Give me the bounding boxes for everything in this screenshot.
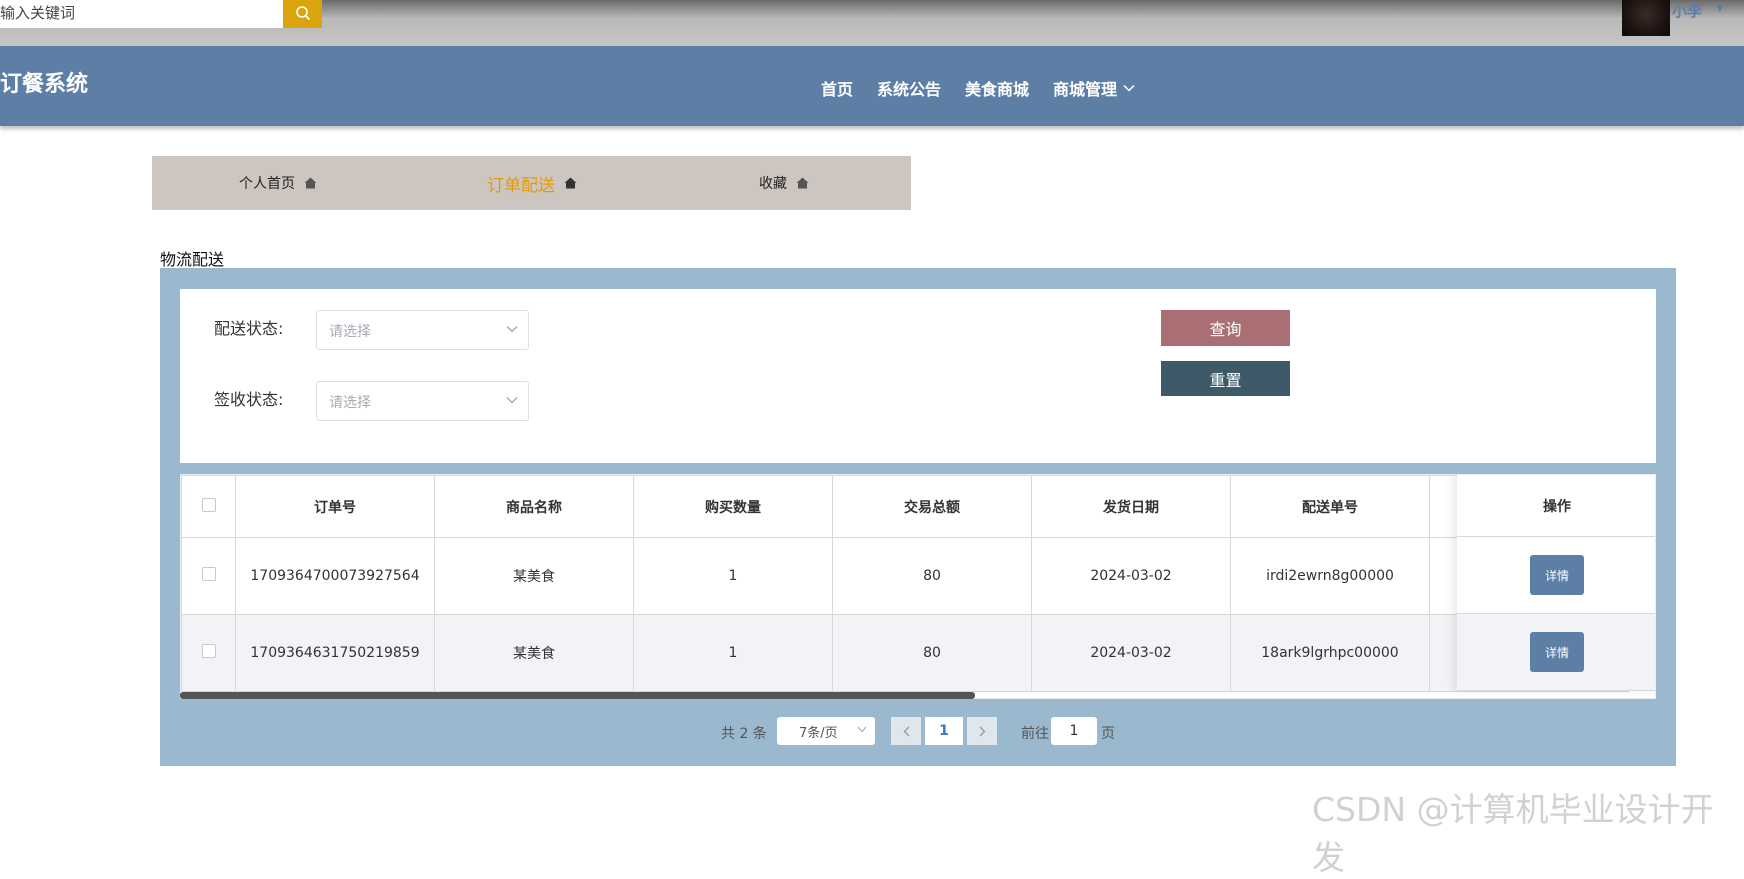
tab-label: 个人首页 bbox=[239, 176, 295, 192]
nav-item-mall-management[interactable]: 商城管理 bbox=[1053, 76, 1135, 100]
search-button[interactable] bbox=[283, 0, 322, 28]
cell-ship-date: 2024-03-02 bbox=[1031, 537, 1231, 615]
search-icon bbox=[295, 6, 310, 21]
nav-menu: 首页 系统公告 美食商城 商城管理 bbox=[821, 76, 1159, 100]
cell-ship-date: 2024-03-02 bbox=[1031, 614, 1231, 692]
search-input[interactable] bbox=[0, 0, 283, 28]
nav-item-label: 商城管理 bbox=[1053, 80, 1118, 99]
top-bar: 小李 ▼ bbox=[0, 0, 1744, 46]
chevron-down-icon[interactable]: ▼ bbox=[1716, 3, 1724, 14]
page-suffix-label: 页 bbox=[1101, 726, 1115, 742]
user-name[interactable]: 小李 bbox=[1672, 0, 1702, 21]
table-header-row: 订单号 商品名称 购买数量 交易总额 发货日期 配送单号 bbox=[181, 475, 1629, 538]
prev-page-button[interactable] bbox=[891, 717, 921, 745]
tab-personal-home[interactable]: 个人首页 bbox=[239, 156, 317, 210]
home-icon bbox=[564, 177, 577, 189]
row-select-cell bbox=[181, 614, 236, 692]
section-title: 物流配送 bbox=[160, 250, 225, 269]
chevron-down-icon bbox=[506, 326, 518, 333]
delivery-status-label: 配送状态: bbox=[214, 319, 284, 338]
chevron-down-icon bbox=[857, 726, 867, 733]
goto-label: 前往 bbox=[1021, 726, 1049, 742]
main-navbar: 订餐系统 首页 系统公告 美食商城 商城管理 bbox=[0, 46, 1744, 126]
col-header-product: 商品名称 bbox=[434, 475, 634, 538]
select-all-cell bbox=[181, 475, 236, 538]
cell-qty: 1 bbox=[633, 537, 833, 615]
tab-order-delivery[interactable]: 订单配送 bbox=[487, 156, 577, 210]
home-icon bbox=[796, 177, 809, 189]
reset-button[interactable]: 重置 bbox=[1161, 361, 1290, 396]
table-row: 1709364631750219859 某美食 1 80 2024-03-02 … bbox=[181, 614, 1629, 692]
chevron-down-icon bbox=[506, 397, 518, 404]
data-table: 订单号 商品名称 购买数量 交易总额 发货日期 配送单号 17093647000… bbox=[181, 475, 1629, 692]
detail-button[interactable]: 详情 bbox=[1530, 555, 1584, 595]
row-checkbox[interactable] bbox=[201, 567, 216, 581]
pagination-total: 共 2 条 bbox=[721, 726, 767, 742]
avatar[interactable] bbox=[1622, 0, 1670, 36]
chevron-down-icon bbox=[1123, 84, 1135, 92]
table-row: 1709364700073927564 某美食 1 80 2024-03-02 … bbox=[181, 537, 1629, 615]
watermark: CSDN @计算机毕业设计开发 bbox=[1312, 790, 1714, 877]
col-header-ship-date: 发货日期 bbox=[1031, 475, 1231, 538]
user-center-tabs: 个人首页 订单配送 收藏 bbox=[152, 156, 911, 210]
col-header-order-no: 订单号 bbox=[235, 475, 435, 538]
page-number-current[interactable]: 1 bbox=[925, 717, 963, 745]
delivery-status-select[interactable]: 请选择 bbox=[316, 310, 529, 350]
site-title: 订餐系统 bbox=[0, 72, 89, 97]
col-header-total: 交易总额 bbox=[832, 475, 1032, 538]
page-size-select[interactable]: 7条/页 bbox=[777, 717, 875, 745]
col-header-operations: 操作 bbox=[1457, 475, 1655, 537]
row-select-cell bbox=[181, 537, 236, 615]
detail-button[interactable]: 详情 bbox=[1530, 632, 1584, 672]
nav-item-announcements[interactable]: 系统公告 bbox=[877, 76, 941, 100]
cell-qty: 1 bbox=[633, 614, 833, 692]
select-all-checkbox[interactable] bbox=[201, 497, 216, 512]
nav-item-home[interactable]: 首页 bbox=[821, 76, 853, 100]
select-placeholder: 请选择 bbox=[329, 395, 371, 411]
cell-delivery-no: irdi2ewrn8g00000 bbox=[1230, 537, 1430, 615]
tab-label: 订单配送 bbox=[487, 175, 555, 196]
cell-product: 某美食 bbox=[434, 614, 634, 692]
next-page-button[interactable] bbox=[967, 717, 997, 745]
cell-product: 某美食 bbox=[434, 537, 634, 615]
cell-delivery-no: 18ark9lgrhpc00000 bbox=[1230, 614, 1430, 692]
cell-order-no: 1709364631750219859 bbox=[235, 614, 435, 692]
chevron-right-icon bbox=[979, 726, 985, 736]
operations-cell: 详情 bbox=[1457, 614, 1655, 691]
col-header-qty: 购买数量 bbox=[633, 475, 833, 538]
sign-status-label: 签收状态: bbox=[214, 390, 284, 409]
sign-status-select[interactable]: 请选择 bbox=[316, 381, 529, 421]
table-horizontal-scrollbar[interactable] bbox=[180, 692, 975, 699]
row-checkbox[interactable] bbox=[201, 644, 216, 658]
page-size-value: 7条/页 bbox=[799, 726, 838, 741]
operations-cell: 详情 bbox=[1457, 537, 1655, 614]
home-icon bbox=[304, 177, 317, 189]
nav-item-food-mall[interactable]: 美食商城 bbox=[965, 76, 1029, 100]
cell-total: 80 bbox=[832, 537, 1032, 615]
select-placeholder: 请选择 bbox=[329, 324, 371, 340]
query-button[interactable]: 查询 bbox=[1161, 310, 1290, 346]
delivery-table: 订单号 商品名称 购买数量 交易总额 发货日期 配送单号 17093647000… bbox=[180, 474, 1656, 699]
col-header-delivery-no: 配送单号 bbox=[1230, 475, 1430, 538]
goto-page-input[interactable] bbox=[1051, 717, 1097, 745]
tab-label: 收藏 bbox=[759, 176, 787, 192]
tab-favorites[interactable]: 收藏 bbox=[759, 156, 809, 210]
chevron-left-icon bbox=[903, 726, 909, 736]
cell-order-no: 1709364700073927564 bbox=[235, 537, 435, 615]
cell-total: 80 bbox=[832, 614, 1032, 692]
operations-column: 操作 详情 详情 bbox=[1457, 475, 1655, 691]
